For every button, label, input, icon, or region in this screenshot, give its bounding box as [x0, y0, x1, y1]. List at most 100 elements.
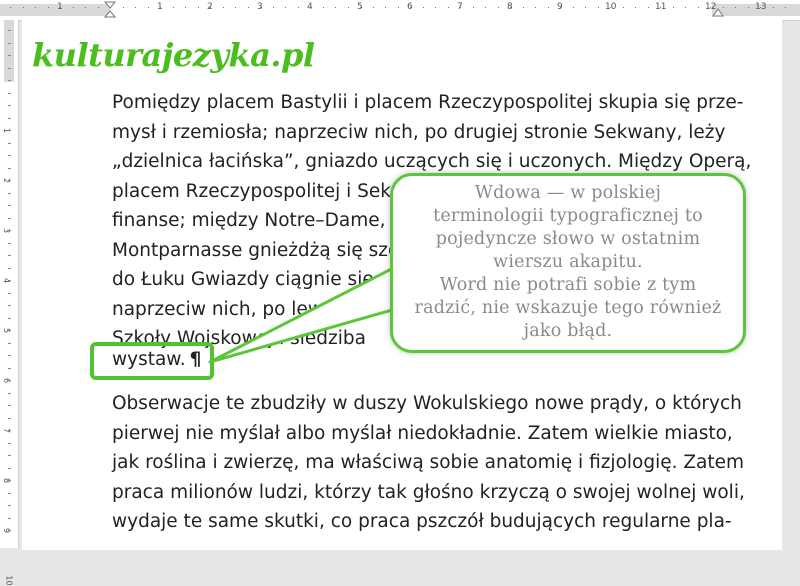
vertical-ruler-tick: [8, 155, 11, 156]
vertical-ruler-tick: [8, 530, 11, 531]
vertical-ruler-tick: [8, 205, 11, 206]
ruler-tick: [210, 7, 211, 8]
first-line-indent-marker-icon[interactable]: [104, 1, 116, 20]
ruler-tick: [235, 7, 236, 8]
vertical-ruler-tick: [8, 230, 11, 231]
vertical-ruler-tick: [8, 80, 11, 81]
vertical-ruler-number: 10: [4, 575, 14, 586]
ruler-tick: [48, 7, 49, 8]
ruler-tick: [35, 7, 36, 8]
vertical-ruler-tick: [8, 268, 11, 269]
vertical-ruler-tick: [8, 130, 11, 131]
ruler-tick: [160, 7, 161, 8]
text-line: praca milionów ludzi, którzy tak głośno …: [112, 481, 745, 503]
vertical-ruler-tick: [8, 143, 11, 144]
callout-text: Wdowa — w polskiej terminologii typograf…: [393, 182, 743, 343]
text-line: Obserwacje te zbudziły w duszy Wokulskie…: [112, 393, 742, 414]
ruler-tick: [298, 7, 299, 8]
vertical-ruler-tick: [8, 443, 11, 444]
ruler-tick: [785, 7, 786, 8]
vertical-ruler-tick: [8, 430, 11, 431]
ruler-tick: [223, 7, 224, 8]
ruler-tick: [385, 7, 386, 8]
ruler-tick: [85, 7, 86, 8]
vertical-ruler-tick: [8, 180, 11, 181]
ruler-tick: [610, 7, 611, 8]
ruler-tick: [323, 7, 324, 8]
vertical-ruler-tick: [8, 318, 11, 319]
ruler-tick: [285, 7, 286, 8]
ruler-tick: [398, 7, 399, 8]
ruler-tick: [373, 7, 374, 8]
vertical-ruler-tick: [8, 68, 11, 69]
right-indent-marker-icon[interactable]: [712, 7, 724, 17]
ruler-tick: [735, 7, 736, 8]
callout-line: terminologii typograficznej to: [433, 206, 703, 226]
ruler-tick: [60, 7, 61, 8]
vertical-ruler-tick: [8, 330, 11, 331]
ruler-tick: [485, 7, 486, 8]
vertical-ruler-tick: [8, 305, 11, 306]
callout-line: radzić, nie wskazuje tego również: [414, 298, 722, 318]
vertical-ruler-tick: [8, 55, 11, 56]
vertical-ruler[interactable]: 1 2 3 4 5 6 7 8 9 10: [0, 20, 19, 586]
ruler-tick: [635, 7, 636, 8]
ruler-tick: [548, 7, 549, 8]
ruler-tick: [623, 7, 624, 8]
vertical-ruler-tick: [8, 293, 11, 294]
ruler-tick: [598, 7, 599, 8]
vertical-ruler-tick: [8, 93, 11, 94]
ruler-tick: [448, 7, 449, 8]
vertical-ruler-tick: [8, 468, 11, 469]
vertical-ruler-tick: [8, 480, 11, 481]
vertical-ruler-tick: [8, 118, 11, 119]
vertical-ruler-tick: [8, 168, 11, 169]
ruler-tick: [523, 7, 524, 8]
ruler-tick: [710, 7, 711, 8]
callout-line: Word nie potrafi sobie z tym: [439, 275, 697, 295]
widow-highlight-box: [90, 342, 214, 380]
ruler-tick: [560, 7, 561, 8]
ruler-tick: [335, 7, 336, 8]
ruler-tick: [360, 7, 361, 8]
ruler-tick: [773, 7, 774, 8]
callout-line: Wdowa — w polskiej: [474, 183, 662, 203]
vertical-ruler-tick: [8, 505, 11, 506]
vertical-ruler-tick: [8, 405, 11, 406]
vertical-ruler-tick: [8, 193, 11, 194]
horizontal-ruler[interactable]: 112345678910111213: [0, 0, 800, 21]
ruler-tick: [173, 7, 174, 8]
vertical-ruler-tick: [8, 380, 11, 381]
ruler-tick: [248, 7, 249, 8]
text-line: pierwej nie myślał albo myślał niedokład…: [112, 422, 733, 444]
text-line: jak roślina i zwierzę, ma właściwą sobie…: [112, 452, 745, 473]
paragraph-2[interactable]: Obserwacje te zbudziły w duszy Wokulskie…: [112, 389, 745, 537]
vertical-ruler-tick: [8, 30, 11, 31]
ruler-tick: [573, 7, 574, 8]
ruler-tick: [10, 7, 11, 8]
ruler-tick: [123, 7, 124, 8]
vertical-ruler-tick: [8, 393, 11, 394]
callout-line: wierszu akapitu.: [493, 252, 643, 272]
vertical-ruler-tick: [8, 518, 11, 519]
vertical-ruler-tick: [8, 368, 11, 369]
ruler-tick: [673, 7, 674, 8]
ruler-tick: [510, 7, 511, 8]
ruler-tick: [73, 7, 74, 8]
vertical-ruler-tick: [8, 280, 11, 281]
ruler-tick: [148, 7, 149, 8]
text-line: mysł i rzemiosła; naprzeciw nich, po dru…: [112, 121, 726, 143]
vertical-ruler-tick: [8, 105, 11, 106]
ruler-tick: [535, 7, 536, 8]
vertical-ruler-tick: [8, 218, 11, 219]
callout-bubble: Wdowa — w polskiej terminologii typograf…: [390, 173, 746, 353]
ruler-tick: [660, 7, 661, 8]
ruler-tick: [23, 7, 24, 8]
vertical-ruler-tick: [8, 255, 11, 256]
ruler-tick: [135, 7, 136, 8]
ruler-scale: 112345678910111213: [0, 2, 800, 16]
ruler-tick: [498, 7, 499, 8]
text-line: Pomiędzy placem Bastylii i placem Rzeczy…: [112, 92, 744, 113]
ruler-tick: [273, 7, 274, 8]
ruler-tick: [748, 7, 749, 8]
